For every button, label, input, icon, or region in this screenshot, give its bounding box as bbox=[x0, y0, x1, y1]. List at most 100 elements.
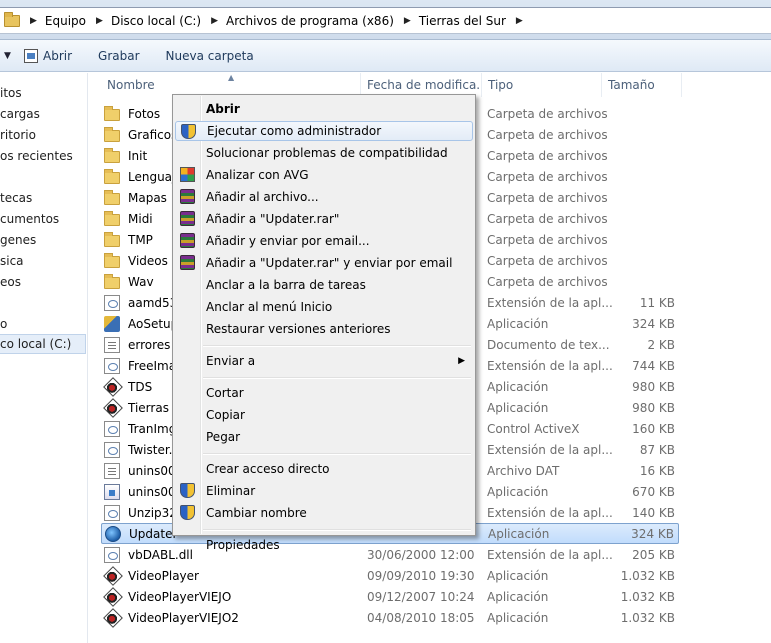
breadcrumb-item[interactable]: ▶ Disco local (C:) bbox=[86, 14, 201, 28]
file-type: Extensión de la apl... bbox=[487, 358, 613, 373]
breadcrumb-item[interactable]: ▶ Tierras del Sur ▶ bbox=[394, 14, 531, 28]
menu-item-analizar-con-avg[interactable]: Analizar con AVG bbox=[175, 165, 473, 185]
shield-icon bbox=[181, 124, 196, 139]
folder-icon bbox=[104, 273, 120, 289]
nav-item[interactable]: eos bbox=[0, 275, 21, 289]
address-box[interactable]: ▶ Equipo ▶ Disco local (C:) ▶ Archivos de p… bbox=[0, 7, 771, 34]
file-size: 160 KB bbox=[632, 421, 675, 436]
sort-ascending-icon: ▲ bbox=[228, 73, 235, 82]
chevron-right-icon[interactable]: ▶ bbox=[516, 16, 523, 26]
nav-item[interactable]: cumentos bbox=[0, 212, 59, 226]
file-size: 205 KB bbox=[632, 547, 675, 562]
menu-item-restaurar-versiones-anteriores[interactable]: Restaurar versiones anteriores bbox=[175, 319, 473, 339]
chevron-down-icon[interactable]: ▼ bbox=[4, 51, 24, 61]
file-type: Aplicación bbox=[488, 526, 550, 541]
menu-item-propiedades[interactable]: Propiedades bbox=[175, 535, 473, 555]
menu-item-label: Pegar bbox=[206, 430, 241, 444]
menu-item-cortar[interactable]: Cortar bbox=[175, 383, 473, 403]
file-size: 980 KB bbox=[632, 379, 675, 394]
menu-item-cambiar-nombre[interactable]: Cambiar nombre bbox=[175, 503, 473, 523]
chevron-right-icon[interactable]: ▶ bbox=[404, 16, 411, 26]
file-name: VideoPlayerVIEJO2 bbox=[128, 610, 239, 625]
file-row[interactable]: VideoPlayer 09/09/2010 19:30 Aplicación 1.0… bbox=[101, 565, 679, 586]
context-menu: Abrir Ejecutar como administrador Solucion… bbox=[172, 94, 476, 552]
file-name: VideoPlayerVIEJO bbox=[128, 589, 232, 604]
folder-icon bbox=[104, 105, 120, 121]
menu-item-pegar[interactable]: Pegar bbox=[175, 427, 473, 447]
menu-item-anadir-a-updater-rar[interactable]: Añadir a "Updater.rar" bbox=[175, 209, 473, 229]
file-type: Aplicación bbox=[487, 316, 549, 331]
menu-item-label: Añadir a "Updater.rar" y enviar por emai… bbox=[206, 256, 453, 270]
shield-icon bbox=[180, 483, 195, 498]
menu-item-label: Ejecutar como administrador bbox=[207, 124, 382, 138]
nav-item[interactable]: ritorio bbox=[0, 128, 36, 142]
column-header-size[interactable]: Tamaño bbox=[602, 73, 682, 97]
chevron-right-icon[interactable]: ▶ bbox=[211, 16, 218, 26]
nav-item[interactable]: genes bbox=[0, 233, 36, 247]
file-name: AoSetup bbox=[128, 316, 179, 331]
open-icon bbox=[24, 48, 38, 63]
winrar-icon bbox=[180, 189, 195, 204]
menu-item-label: Añadir y enviar por email... bbox=[206, 234, 370, 248]
file-name: unins00 bbox=[128, 484, 176, 499]
chevron-right-icon[interactable]: ▶ bbox=[96, 16, 103, 26]
nav-item[interactable]: tecas bbox=[0, 191, 32, 205]
menu-item-label: Añadir al archivo... bbox=[206, 190, 319, 204]
menu-item-label: Anclar al menú Inicio bbox=[206, 300, 333, 314]
menu-item-anadir-al-archivo[interactable]: Añadir al archivo... bbox=[175, 187, 473, 207]
menu-item-abrir[interactable]: Abrir bbox=[175, 99, 473, 119]
file-type: Extensión de la apl... bbox=[487, 547, 613, 562]
installer-icon bbox=[104, 483, 120, 500]
file-type: Carpeta de archivos bbox=[487, 106, 608, 121]
nav-item-selected[interactable]: co local (C:) bbox=[0, 334, 86, 354]
app-icon bbox=[104, 378, 120, 395]
dll-icon bbox=[104, 420, 120, 437]
file-date: 09/12/2007 10:24 bbox=[367, 589, 475, 604]
menu-item-label: Añadir a "Updater.rar" bbox=[206, 212, 340, 226]
app-icon bbox=[104, 567, 120, 584]
open-button[interactable]: Abrir bbox=[24, 48, 72, 63]
menu-item-anclar-a-la-barra-de-tareas[interactable]: Anclar a la barra de tareas bbox=[175, 275, 473, 295]
menu-separator bbox=[203, 529, 471, 531]
file-row[interactable]: VideoPlayerVIEJO 09/12/2007 10:24 Aplicaci… bbox=[101, 586, 679, 607]
menu-item-crear-acceso-directo[interactable]: Crear acceso directo bbox=[175, 459, 473, 479]
file-type: Control ActiveX bbox=[487, 421, 580, 436]
file-type: Aplicación bbox=[487, 589, 549, 604]
document-icon bbox=[104, 462, 120, 479]
nav-item[interactable]: os recientes bbox=[0, 149, 73, 163]
document-icon bbox=[104, 336, 120, 353]
menu-item-copiar[interactable]: Copiar bbox=[175, 405, 473, 425]
breadcrumb-item[interactable]: ▶ Equipo bbox=[20, 14, 86, 28]
menu-item-anclar-al-menu-inicio[interactable]: Anclar al menú Inicio bbox=[175, 297, 473, 317]
breadcrumb-label: Archivos de programa (x86) bbox=[226, 13, 394, 28]
folder-icon bbox=[104, 252, 120, 268]
file-type: Extensión de la apl... bbox=[487, 295, 613, 310]
dll-icon bbox=[104, 546, 120, 563]
file-name: Init bbox=[128, 148, 148, 163]
menu-item-solucionar-problemas-de-compatibilidad[interactable]: Solucionar problemas de compatibilidad bbox=[175, 143, 473, 163]
file-size: 2 KB bbox=[647, 337, 675, 352]
navigation-pane: itos cargas ritorio os recientes tecas c… bbox=[0, 73, 88, 643]
file-size: 1.032 KB bbox=[620, 568, 675, 583]
new-folder-button[interactable]: Nueva carpeta bbox=[166, 49, 254, 63]
menu-item-ejecutar-como-administrador[interactable]: Ejecutar como administrador bbox=[175, 121, 473, 141]
nav-item[interactable]: cargas bbox=[0, 107, 40, 121]
dll-icon bbox=[104, 504, 120, 521]
file-type: Carpeta de archivos bbox=[487, 127, 608, 142]
menu-item-enviar-a[interactable]: Enviar a ▶ bbox=[175, 351, 473, 371]
menu-item-anadir-a-updater-rar-y-enviar-por-email[interactable]: Añadir a "Updater.rar" y enviar por emai… bbox=[175, 253, 473, 273]
command-bar: ▼ Abrir Grabar Nueva carpeta bbox=[0, 40, 771, 72]
nav-item[interactable]: itos bbox=[0, 86, 22, 100]
file-row[interactable]: VideoPlayerVIEJO2 04/08/2010 18:05 Aplicac… bbox=[101, 607, 679, 628]
menu-item-label: Copiar bbox=[206, 408, 245, 422]
breadcrumb-label: Disco local (C:) bbox=[110, 13, 202, 28]
nav-item[interactable]: sica bbox=[0, 254, 24, 268]
menu-item-eliminar[interactable]: Eliminar bbox=[175, 481, 473, 501]
file-size: 670 KB bbox=[632, 484, 675, 499]
column-header-type[interactable]: Tipo bbox=[482, 73, 602, 97]
chevron-right-icon[interactable]: ▶ bbox=[30, 16, 37, 26]
save-button[interactable]: Grabar bbox=[98, 49, 140, 63]
breadcrumb-item[interactable]: ▶ Archivos de programa (x86) bbox=[201, 14, 394, 28]
nav-item[interactable]: o bbox=[0, 317, 7, 331]
menu-item-anadir-y-enviar-por-email[interactable]: Añadir y enviar por email... bbox=[175, 231, 473, 251]
